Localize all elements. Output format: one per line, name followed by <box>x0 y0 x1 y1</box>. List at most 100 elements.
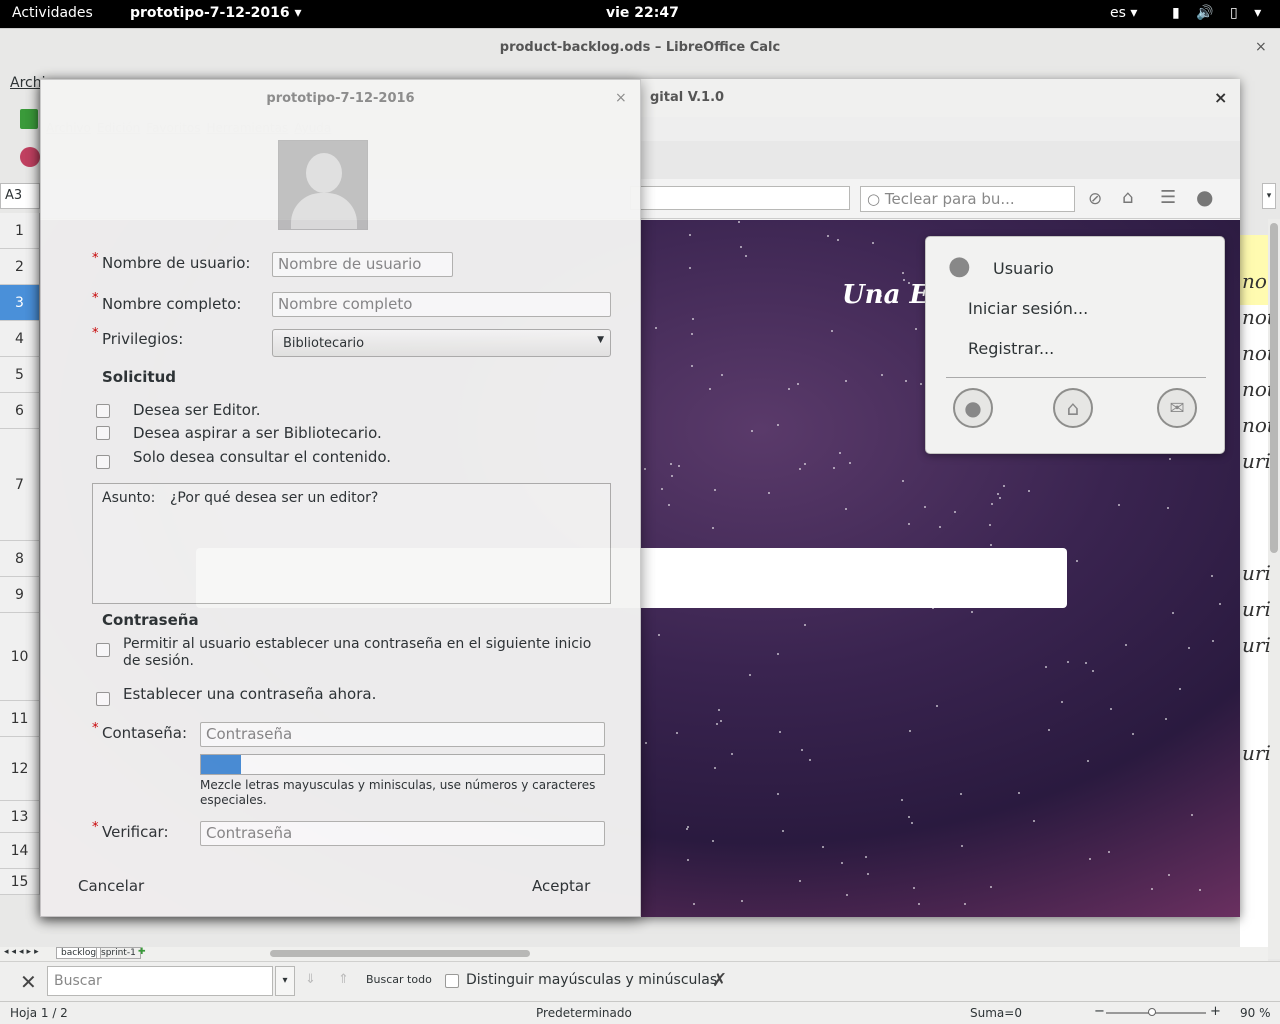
row-header[interactable]: 7 <box>0 429 40 541</box>
find-all-button[interactable]: Buscar todo <box>366 973 432 986</box>
row-header[interactable]: 6 <box>0 393 40 429</box>
profile-picture[interactable] <box>278 140 368 230</box>
chevron-down-icon: ▼ <box>597 335 604 345</box>
row-header[interactable]: 15 <box>0 869 40 895</box>
match-case-checkbox[interactable] <box>445 974 459 988</box>
find-previous-icon[interactable]: ⇑ <box>338 972 349 987</box>
cancel-button[interactable]: Cancelar <box>78 877 144 895</box>
required-marker: * <box>92 721 99 736</box>
row-header[interactable]: 8 <box>0 541 40 577</box>
close-find-icon[interactable]: ✕ <box>20 970 37 994</box>
star-dot <box>644 468 647 471</box>
privileges-select[interactable]: Bibliotecario ▼ <box>272 329 611 357</box>
star-dot <box>1003 485 1006 488</box>
star-dot <box>715 722 718 725</box>
find-next-icon[interactable]: ⇓ <box>305 972 316 987</box>
clock[interactable]: vie 22:47 <box>606 5 679 21</box>
activities-button[interactable]: Actividades <box>12 5 93 21</box>
system-status-icons[interactable]: ▮ 🔊 ▯ ▾ <box>1172 5 1267 21</box>
password-next-login-label: Permitir al usuario establecer una contr… <box>123 636 592 669</box>
star-dot <box>800 748 803 751</box>
find-input[interactable]: Buscar <box>47 966 273 996</box>
language-menu[interactable]: es ▾ <box>1110 5 1137 21</box>
spreadsheet-icon[interactable] <box>20 109 38 129</box>
star-dot <box>840 861 843 864</box>
add-sheet-icon[interactable]: ✚ <box>138 947 146 957</box>
fullname-input[interactable]: Nombre completo <box>272 292 611 317</box>
star-dot <box>687 859 690 862</box>
home-icon[interactable]: ⌂ <box>1122 187 1133 208</box>
cell-text: no u <box>1242 269 1270 293</box>
consult-checkbox[interactable] <box>96 455 110 469</box>
row-header[interactable]: 5 <box>0 357 40 393</box>
star-dot <box>996 492 999 495</box>
star-dot <box>1210 574 1213 577</box>
zoom-level[interactable]: 90 % <box>1240 1006 1271 1020</box>
sheet-tab-backlog[interactable]: backlog <box>56 947 102 959</box>
user-icon[interactable]: ● <box>1196 185 1213 209</box>
password-now-checkbox[interactable] <box>96 692 110 706</box>
star-dot <box>799 467 802 470</box>
find-history-dropdown[interactable]: ▾ <box>275 966 295 996</box>
sheet-tab-sprint-1[interactable]: sprint-1 <box>96 947 141 959</box>
accept-button[interactable]: Aceptar <box>532 877 590 895</box>
app-menu[interactable]: prototipo-7-12-2016 ▾ <box>130 5 302 21</box>
address-bar-tail[interactable] <box>630 186 850 210</box>
star-dot <box>685 827 688 830</box>
privileges-label: Privilegios: <box>102 330 184 348</box>
register-menu-item[interactable]: Registrar... <box>968 339 1054 358</box>
user-button[interactable]: ● <box>953 388 993 428</box>
row-header[interactable]: 13 <box>0 801 40 833</box>
row-header[interactable]: 12 <box>0 737 40 801</box>
row-header[interactable]: 3 <box>0 285 40 321</box>
login-menu-item[interactable]: Iniciar sesión... <box>968 299 1088 318</box>
username-input[interactable]: Nombre de usuario <box>272 252 453 277</box>
password-next-login-checkbox[interactable] <box>96 643 110 657</box>
star-dot <box>776 793 779 796</box>
row-header[interactable]: 9 <box>0 577 40 613</box>
dialog-close-icon[interactable]: × <box>615 90 627 106</box>
compass-icon[interactable]: ⊘ <box>1088 189 1102 209</box>
navigator-icon[interactable] <box>20 147 40 167</box>
mail-button[interactable]: ✉ <box>1157 388 1197 428</box>
row-header[interactable]: 11 <box>0 701 40 737</box>
verify-input[interactable]: Contraseña <box>200 821 605 846</box>
horizontal-scrollbar[interactable] <box>270 950 530 957</box>
home-button[interactable]: ⌂ <box>1053 388 1093 428</box>
sheet-nav-arrows[interactable]: ◂◂◂▸▸ <box>4 947 42 957</box>
zoom-slider[interactable] <box>1106 1008 1206 1016</box>
password-input[interactable]: Contraseña <box>200 722 605 747</box>
star-dot <box>781 830 784 833</box>
fullname-label: Nombre completo: <box>102 295 242 313</box>
row-header[interactable]: 10 <box>0 613 40 701</box>
calc-close-icon[interactable]: × <box>1255 39 1267 55</box>
star-dot <box>1060 701 1063 704</box>
star-dot <box>954 510 957 513</box>
request-heading: Solicitud <box>102 368 177 386</box>
star-dot <box>668 504 671 507</box>
browser-close-icon[interactable]: × <box>1214 79 1227 117</box>
list-icon[interactable]: ☰ <box>1160 187 1176 208</box>
librarian-checkbox[interactable] <box>96 426 110 440</box>
star-dot <box>836 238 839 241</box>
vertical-scrollbar[interactable] <box>1268 219 1280 959</box>
row-header[interactable]: 1 <box>0 213 40 249</box>
name-box[interactable]: A3 <box>0 183 40 209</box>
star-dot <box>657 634 660 637</box>
star-dot <box>670 462 673 465</box>
zoom-out-icon[interactable]: − <box>1094 1004 1105 1019</box>
subject-textarea[interactable]: Asunto: ¿Por qué desea ser un editor? <box>92 483 611 604</box>
find-replace-icon[interactable]: ✗ <box>712 970 727 991</box>
editor-checkbox[interactable] <box>96 404 110 418</box>
row-header[interactable]: 14 <box>0 833 40 869</box>
username-label: Nombre de usuario: <box>102 254 251 272</box>
row-header[interactable]: 2 <box>0 249 40 285</box>
star-dot <box>804 463 807 466</box>
formula-expand-icon[interactable]: ▾ <box>1262 183 1276 209</box>
row-header[interactable]: 4 <box>0 321 40 357</box>
calc-status-bar: Hoja 1 / 2 Predeterminado Suma=0 − + 90 … <box>0 1001 1280 1024</box>
zoom-in-icon[interactable]: + <box>1210 1004 1221 1019</box>
browser-search-input[interactable]: ○ Teclear para bu... <box>860 186 1075 212</box>
star-dot <box>1017 792 1020 795</box>
star-dot <box>1218 602 1221 605</box>
